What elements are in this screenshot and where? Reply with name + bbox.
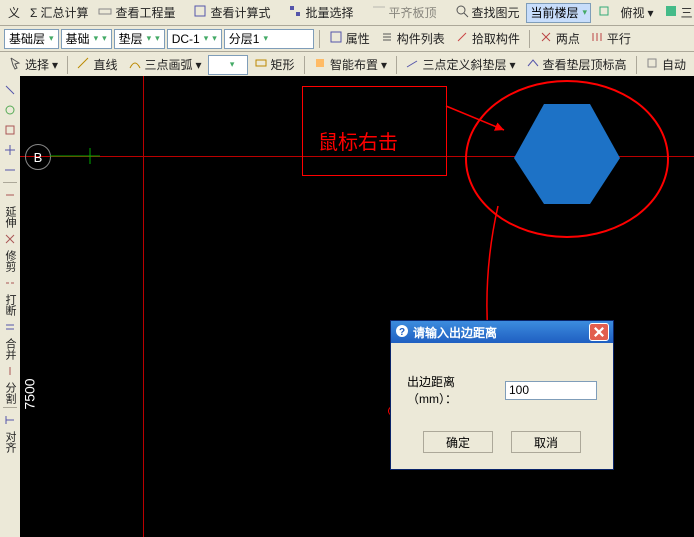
side-toolbar: 延伸 修剪 打断 合并 分割 对齐 <box>0 76 21 537</box>
view-calc-button[interactable]: 查看计算式 <box>189 2 274 23</box>
distance-label: 出边距离（mm）： <box>407 373 501 407</box>
two-point-button[interactable]: 两点 <box>535 28 584 49</box>
axis-tick <box>50 144 100 168</box>
layer-select-2[interactable]: 基础▾▾ <box>61 29 112 49</box>
sum-calc-button[interactable]: Σ汇总计算 <box>26 2 92 23</box>
side-align[interactable] <box>1 411 19 429</box>
find-element-button[interactable]: 查找图元 <box>451 2 524 23</box>
side-merge-label: 合并 <box>2 338 18 360</box>
side-tool-1[interactable] <box>1 81 19 99</box>
picker-icon <box>455 30 469 47</box>
calc-icon <box>193 4 207 21</box>
auto-button[interactable]: 自动 <box>641 54 690 75</box>
side-trim[interactable] <box>1 230 19 248</box>
side-tool-4[interactable] <box>1 141 19 159</box>
ruler-icon <box>98 4 112 21</box>
side-tool-3[interactable] <box>1 121 19 139</box>
search-icon <box>455 4 469 21</box>
toolbar-draw: 选择▾ 直线 三点画弧▾ ▾ 矩形 智能布置▾ 三点定义斜垫层▾ 查看垫层顶标高… <box>0 52 694 78</box>
smart-layout-button[interactable]: 智能布置▾ <box>309 54 391 75</box>
split-select[interactable]: 分层1▾ <box>224 29 314 49</box>
grid-axis-vertical <box>143 76 144 537</box>
layer-select-3[interactable]: 垫层▾▾ <box>114 29 165 49</box>
select-button[interactable]: 选择▾ <box>4 54 62 75</box>
dialog-title: 请输入出边距离 <box>413 324 585 341</box>
toolbar-main: 义 Σ汇总计算 查看工程量 查看计算式 批量选择 平齐板顶 查找图元 当前楼层▾… <box>0 0 694 26</box>
props-icon <box>329 30 343 47</box>
elev-icon <box>526 56 540 73</box>
svg-text:?: ? <box>399 327 405 338</box>
side-merge[interactable] <box>1 318 19 336</box>
twopoint-icon <box>539 30 553 47</box>
axis-marker-b: B <box>25 144 51 170</box>
parallel-icon <box>590 30 604 47</box>
side-break-label: 打断 <box>2 294 18 316</box>
batch-select-button[interactable]: 批量选择 <box>284 2 357 23</box>
sigma-icon: Σ <box>30 6 37 20</box>
smart-icon <box>313 56 327 73</box>
slope-icon <box>405 56 419 73</box>
side-extend-label: 延伸 <box>2 206 18 228</box>
align-top-button[interactable]: 平齐板顶 <box>368 2 441 23</box>
align-icon <box>372 4 386 21</box>
menu-yi[interactable]: 义 <box>4 2 24 23</box>
side-align-label: 对齐 <box>2 431 18 453</box>
cursor-icon <box>8 56 22 73</box>
some-icon-button[interactable] <box>593 2 615 23</box>
annotation-text: 鼠标右击 <box>318 126 398 155</box>
line-icon <box>76 56 90 73</box>
chevron-down-icon: ▾ <box>583 7 588 18</box>
view-qty-button[interactable]: 查看工程量 <box>94 2 179 23</box>
arrow-1 <box>444 100 514 140</box>
batch-icon <box>288 4 302 21</box>
side-split[interactable] <box>1 362 19 380</box>
ok-button[interactable]: 确定 <box>423 431 493 453</box>
pick-component-button[interactable]: 拾取构件 <box>451 28 524 49</box>
side-trim-label: 修剪 <box>2 250 18 272</box>
rect-icon <box>254 56 268 73</box>
arc-icon <box>128 56 142 73</box>
canvas[interactable]: B 7500 鼠标右击 ? 请输入出边距离 出边距离（mm）： <box>20 76 694 537</box>
component-list-button[interactable]: 构件列表 <box>376 28 449 49</box>
dialog: ? 请输入出边距离 出边距离（mm）： 确定 取消 <box>390 320 614 470</box>
cancel-button[interactable]: 取消 <box>511 431 581 453</box>
side-extend[interactable] <box>1 186 19 204</box>
properties-button[interactable]: 属性 <box>325 28 374 49</box>
hexagon-shape <box>512 100 622 206</box>
cube-icon <box>597 4 611 21</box>
dc-select[interactable]: DC-1▾▾ <box>167 29 222 49</box>
arc-button[interactable]: 三点画弧▾ <box>124 54 206 75</box>
san-button[interactable]: 三 <box>660 2 694 23</box>
color-icon <box>664 4 678 21</box>
list-icon <box>380 30 394 47</box>
side-tool-5[interactable] <box>1 161 19 179</box>
side-break[interactable] <box>1 274 19 292</box>
dialog-close-button[interactable] <box>589 323 609 341</box>
rect-button[interactable]: 矩形 <box>250 54 299 75</box>
parallel-button[interactable]: 平行 <box>586 28 635 49</box>
floor-select[interactable]: 当前楼层▾ <box>526 3 591 23</box>
question-icon: ? <box>395 324 409 341</box>
empty-select[interactable]: ▾ <box>208 55 248 75</box>
distance-input[interactable] <box>505 381 597 400</box>
view-top-elevation-button[interactable]: 查看垫层顶标高 <box>522 54 631 75</box>
auto-icon <box>645 56 659 73</box>
side-tool-2[interactable] <box>1 101 19 119</box>
line-button[interactable]: 直线 <box>72 54 121 75</box>
toolbar-layers: 基础层▾ 基础▾▾ 垫层▾▾ DC-1▾▾ 分层1▾ 属性 构件列表 拾取构件 … <box>0 26 694 52</box>
side-split-label: 分割 <box>2 382 18 404</box>
view-mode-button[interactable]: 俯视▾ <box>617 2 658 23</box>
dialog-titlebar[interactable]: ? 请输入出边距离 <box>391 321 613 343</box>
three-point-slope-button[interactable]: 三点定义斜垫层▾ <box>401 54 519 75</box>
dimension-label: 7500 <box>22 378 38 409</box>
layer-select-1[interactable]: 基础层▾ <box>4 29 59 49</box>
